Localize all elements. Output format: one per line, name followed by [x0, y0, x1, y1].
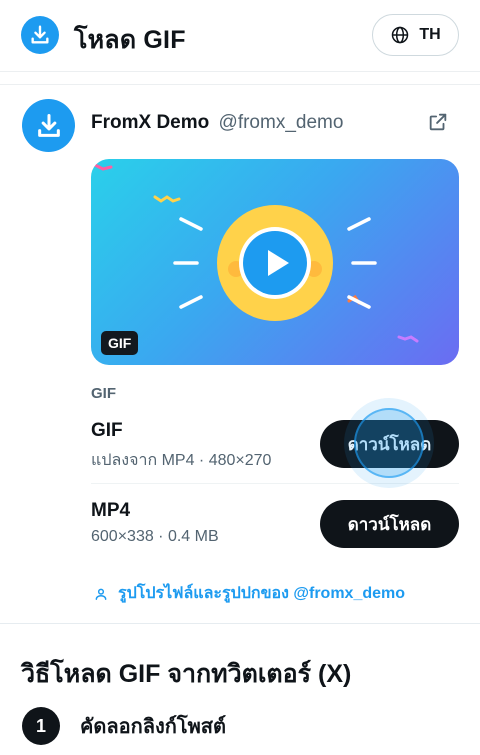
step-text: คัดลอกลิงก์โพสต์ [80, 716, 226, 738]
language-label: TH [419, 26, 441, 43]
author-handle[interactable]: @fromx_demo [219, 112, 344, 133]
media-illustration [93, 163, 419, 343]
author-line: FromX Demo @fromx_demo [91, 112, 343, 134]
profile-images-link[interactable]: รูปโปรไฟล์และรูปปกของ @fromx_demo [94, 581, 405, 606]
download-mp4-button[interactable]: ดาวน์โหลด [320, 500, 459, 548]
howto-title: วิธีโหลด GIF จากทวิตเตอร์ (X) [21, 660, 352, 688]
gif-badge: GIF [101, 331, 139, 355]
avatar[interactable] [22, 99, 75, 152]
download-gif-button[interactable]: ดาวน์โหลด [320, 420, 459, 468]
user-icon [95, 588, 107, 600]
download-option-mp4: MP4 600×338 · 0.4 MB ดาวน์โหลด [91, 500, 459, 562]
top-bar: โหลด GIF TH [0, 0, 480, 72]
download-icon[interactable] [21, 16, 59, 54]
step-item: 1 คัดลอกลิงก์โพสต์ [22, 707, 226, 745]
option-format: GIF [91, 420, 123, 441]
profile-link-label: รูปโปรไฟล์และรูปปกของ @fromx_demo [118, 585, 406, 602]
language-button[interactable]: TH [372, 14, 459, 56]
globe-icon [392, 26, 409, 44]
external-link-icon[interactable] [427, 111, 449, 133]
section-label: GIF [91, 385, 116, 402]
post-card: FromX Demo @fromx_demo GIF GIF GIF แปลงจ… [0, 84, 480, 624]
author-name[interactable]: FromX Demo [91, 112, 209, 133]
step-number: 1 [22, 707, 60, 745]
media-preview[interactable]: GIF [91, 159, 459, 365]
option-meta: 600×338 · 0.4 MB [91, 528, 219, 545]
option-format: MP4 [91, 500, 131, 521]
option-divider [91, 483, 459, 484]
download-option-gif: GIF แปลงจาก MP4 · 480×270 ดาวน์โหลด [91, 420, 459, 482]
option-meta: แปลงจาก MP4 · 480×270 [91, 452, 272, 469]
app-title: โหลด GIF [74, 26, 186, 54]
download-icon [37, 113, 60, 137]
